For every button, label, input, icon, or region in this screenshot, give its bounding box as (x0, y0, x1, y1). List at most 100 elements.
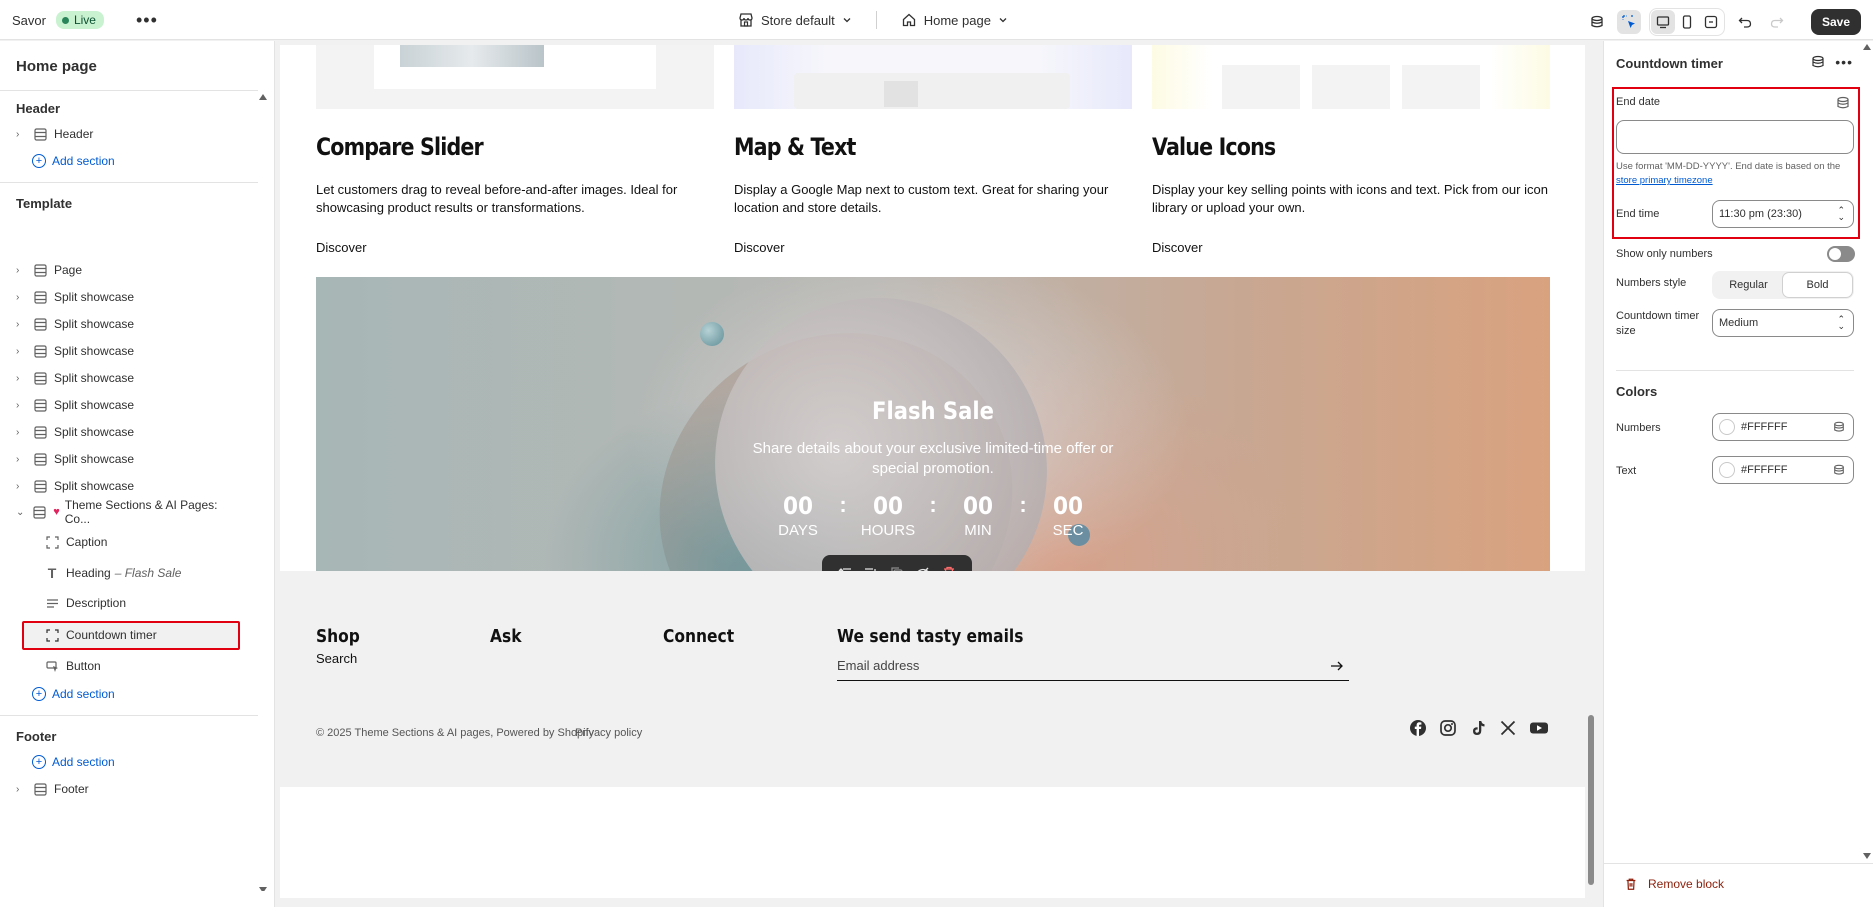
feature-image-compare (316, 45, 714, 109)
sidebar-item-page[interactable]: › Page (16, 259, 241, 281)
numbers-color-picker[interactable]: #FFFFFF (1712, 413, 1854, 441)
sidebar-item-label: Split showcase (54, 398, 135, 412)
discover-link[interactable]: Discover (316, 240, 367, 255)
inspector-icon[interactable] (1616, 10, 1641, 34)
sidebar-item-split-showcase[interactable]: › Split showcase (16, 286, 241, 308)
footer-group-heading: Footer (16, 729, 57, 744)
sidebar-scrollbar[interactable] (258, 91, 268, 893)
block-countdown-timer[interactable]: Countdown timer (44, 624, 269, 646)
timezone-link[interactable]: store primary timezone (1616, 175, 1713, 186)
tiktok-icon[interactable] (1469, 719, 1487, 737)
database-icon[interactable] (1833, 464, 1845, 476)
help-text: Use format 'MM-DD-YYYY'. End date is bas… (1616, 161, 1841, 172)
x-icon[interactable] (1499, 719, 1517, 737)
more-actions-icon[interactable]: ••• (136, 11, 158, 29)
sidebar-item-label: Split showcase (54, 452, 135, 466)
section-icon (32, 424, 48, 440)
text-icon: T (47, 565, 57, 581)
chevron-right-icon[interactable]: › (16, 129, 28, 140)
countdown-minutes: 00 MIN (946, 492, 1010, 539)
countdown-timer[interactable]: 00 DAYS : 00 HOURS : 00 MIN : 00 SEC (316, 492, 1550, 539)
countdown-value: 00 (1052, 492, 1084, 520)
sidebar-item-label: Page (54, 263, 83, 277)
hero-subtitle[interactable]: Share details about your exclusive limit… (743, 439, 1123, 479)
remove-block-button[interactable]: Remove block (1624, 877, 1724, 891)
chevron-right-icon[interactable]: › (16, 481, 28, 492)
chevron-down-icon[interactable]: ⌄ (16, 507, 28, 518)
email-input[interactable]: Email address (837, 658, 919, 673)
color-swatch[interactable] (1719, 462, 1735, 478)
database-icon[interactable] (1811, 55, 1825, 69)
discover-link[interactable]: Discover (1152, 240, 1203, 255)
sidebar-item-split-showcase[interactable]: › Split showcase (16, 448, 241, 470)
block-frame-icon (44, 534, 60, 550)
settings-scrollbar[interactable] (1863, 41, 1871, 871)
canvas-scroll-thumb[interactable] (1588, 715, 1594, 885)
chevron-right-icon[interactable]: › (16, 373, 28, 384)
add-section-template[interactable]: + Add section (16, 683, 241, 705)
feature-text: Display a Google Map next to custom text… (734, 182, 1109, 215)
fullscreen-view-icon[interactable] (1699, 10, 1723, 34)
end-date-input[interactable] (1616, 120, 1854, 154)
hero-title[interactable]: Flash Sale (390, 397, 1476, 425)
database-icon[interactable] (1833, 421, 1845, 433)
chevron-right-icon[interactable]: › (16, 292, 28, 303)
show-only-numbers-toggle[interactable] (1827, 246, 1855, 262)
block-label: Button (66, 659, 101, 673)
save-button[interactable]: Save (1810, 9, 1861, 35)
sidebar-item-split-showcase[interactable]: › Split showcase (16, 394, 241, 416)
footer-link-search[interactable]: Search (316, 651, 357, 666)
color-swatch[interactable] (1719, 419, 1735, 435)
arrow-right-icon[interactable] (1330, 660, 1344, 672)
block-caption[interactable]: Caption (44, 531, 269, 553)
chevron-right-icon[interactable]: › (16, 265, 28, 276)
mobile-view-icon[interactable] (1675, 10, 1699, 34)
desktop-view-icon[interactable] (1650, 10, 1675, 34)
more-actions-icon[interactable]: ••• (1835, 55, 1853, 69)
chevron-right-icon[interactable]: › (16, 454, 28, 465)
sidebar-item-split-showcase[interactable]: › Split showcase (16, 367, 241, 389)
sidebar-item-label: Split showcase (54, 371, 135, 385)
sidebar-item-split-showcase[interactable]: › Split showcase (16, 340, 241, 362)
chevron-right-icon[interactable]: › (16, 319, 28, 330)
sidebar-item-split-showcase[interactable]: › Split showcase (16, 475, 241, 497)
numbers-style-regular[interactable]: Regular (1714, 273, 1783, 297)
database-icon[interactable] (1836, 96, 1850, 110)
timer-size-select[interactable]: Medium ⌃ ⌄ (1712, 309, 1854, 337)
sidebar-item-split-showcase[interactable]: › Split showcase (16, 313, 241, 335)
chevron-right-icon[interactable]: › (16, 346, 28, 357)
sidebar-item-theme-sections[interactable]: ⌄ ♥ Theme Sections & AI Pages: Co... (16, 498, 241, 526)
numbers-style-bold[interactable]: Bold (1783, 273, 1852, 297)
chevron-right-icon[interactable]: › (16, 427, 28, 438)
block-description[interactable]: Description (44, 592, 269, 614)
block-label: Description (66, 596, 127, 610)
facebook-icon[interactable] (1409, 719, 1427, 737)
text-color-picker[interactable]: #FFFFFF (1712, 456, 1854, 484)
add-section-footer[interactable]: + Add section (16, 751, 241, 773)
privacy-policy-link[interactable]: Privacy policy (575, 727, 642, 739)
instagram-icon[interactable] (1439, 719, 1457, 737)
redo-icon[interactable] (1765, 10, 1789, 34)
feature-image-map (734, 45, 1132, 109)
countdown-days: 00 DAYS (766, 492, 830, 539)
canvas-scrollbar[interactable] (1587, 45, 1595, 898)
sidebar-item-header[interactable]: › Header (16, 123, 241, 145)
sidebar-item-split-showcase[interactable]: › Split showcase (16, 421, 241, 443)
block-heading[interactable]: T Heading – Flash Sale (44, 562, 269, 584)
end-time-select[interactable]: 11:30 pm (23:30) ⌃ ⌄ (1712, 200, 1854, 228)
discover-link[interactable]: Discover (734, 240, 785, 255)
add-section-header[interactable]: + Add section (16, 150, 241, 172)
undo-icon[interactable] (1733, 10, 1757, 34)
chevron-right-icon[interactable]: › (16, 784, 28, 795)
chevron-down-icon (843, 18, 851, 23)
sidebar-item-footer[interactable]: › Footer (16, 778, 241, 800)
youtube-icon[interactable] (1529, 719, 1549, 737)
chevron-right-icon[interactable]: › (16, 400, 28, 411)
database-icon[interactable] (1585, 10, 1609, 34)
store-selector[interactable]: Store default (738, 12, 852, 28)
social-links (1409, 719, 1549, 737)
page-selector[interactable]: Home page (901, 12, 1008, 28)
block-button[interactable]: Button (44, 655, 269, 677)
sidebar-item-label: Header (54, 127, 94, 141)
end-date-label: End date (1616, 96, 1661, 108)
